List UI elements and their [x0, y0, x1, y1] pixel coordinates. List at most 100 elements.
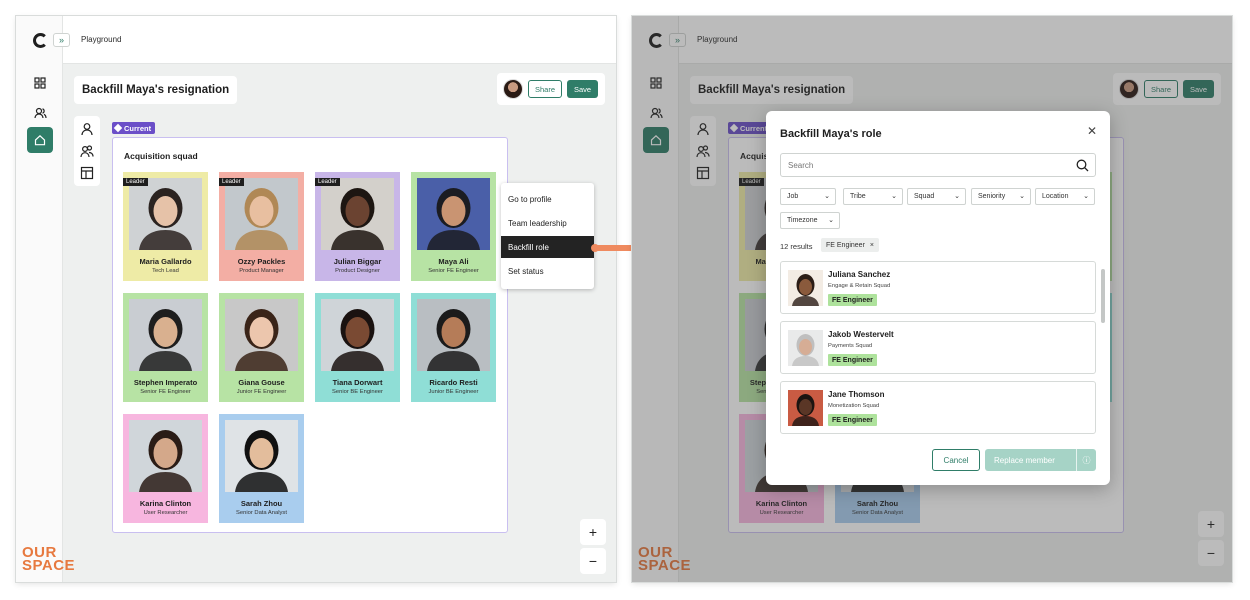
results-count: 12 results: [780, 242, 813, 251]
save-button[interactable]: Save: [567, 80, 598, 98]
filter-dropdown[interactable]: Location ⌄: [1035, 188, 1095, 205]
context-menu-item[interactable]: Go to profile: [501, 188, 594, 210]
share-button[interactable]: Share: [528, 80, 562, 98]
member-photo-frame: [417, 299, 490, 371]
top-bar: » Playground: [53, 16, 616, 64]
member-name: Karina Clinton: [139, 499, 192, 508]
context-menu-item[interactable]: Backfill role: [501, 236, 594, 258]
grid-icon[interactable]: [26, 69, 54, 97]
member-card[interactable]: Sarah Zhou Senior Data Analyst: [219, 414, 304, 523]
member-role: Senior FE Engineer: [428, 268, 479, 274]
zoom-in-button[interactable]: +: [580, 519, 606, 545]
scenario-actions: Share Save: [497, 73, 605, 105]
member-card[interactable]: Leader Maria Gallardo Tech Lead: [123, 172, 208, 281]
member-photo: [225, 420, 298, 492]
filter-dropdown[interactable]: Timezone ⌄: [780, 212, 840, 229]
member-card[interactable]: Leader Ozzy Packles Product Manager: [219, 172, 304, 281]
filter-label: Job: [787, 193, 799, 200]
candidate-row[interactable]: Jakob Westervelt Payments Squad FE Enginee…: [780, 321, 1096, 374]
chevron-down-icon: ⌄: [954, 193, 960, 200]
squad-panel: Acquisition squad Leader Maria Gallardo Te…: [112, 137, 508, 533]
candidate-name: Jane Thomson: [828, 390, 885, 399]
squad-title: Acquisition squad: [124, 151, 198, 161]
sidebar: OUR SPACE: [16, 16, 75, 582]
member-photo-frame: [321, 178, 394, 250]
search-icon[interactable]: [1076, 159, 1089, 172]
context-menu-item[interactable]: Team leadership: [501, 212, 594, 234]
breadcrumb[interactable]: Playground: [81, 35, 121, 44]
member-role: Junior FE Engineer: [236, 389, 287, 395]
screen-before: OUR SPACE » Playground Backfill Maya's r…: [16, 16, 616, 582]
member-name: Maria Gallardo: [139, 257, 192, 266]
chevron-down-icon: ⌄: [891, 193, 897, 200]
cancel-button[interactable]: Cancel: [932, 449, 980, 471]
people-icon[interactable]: [26, 99, 54, 127]
member-photo-frame: [321, 299, 394, 371]
member-card[interactable]: Karina Clinton User Researcher: [123, 414, 208, 523]
brand-line-2: SPACE: [22, 557, 76, 574]
member-card[interactable]: Giana Gouse Junior FE Engineer: [219, 293, 304, 402]
active-filter-label: FE Engineer: [826, 241, 865, 249]
filter-label: Tribe: [850, 193, 866, 200]
member-photo-frame: [225, 420, 298, 492]
candidate-row[interactable]: Juliana Sanchez Engage & Retain Squad FE E…: [780, 261, 1096, 314]
member-card[interactable]: Maya Ali Senior FE Engineer: [411, 172, 496, 281]
active-filter-chip: FE Engineer ×: [821, 238, 880, 252]
context-menu-item[interactable]: Set status: [501, 260, 594, 282]
layout-icon[interactable]: [80, 166, 94, 180]
avatar[interactable]: [503, 79, 523, 99]
leader-badge: Leader: [219, 178, 244, 186]
view-toolbar: [74, 116, 100, 186]
home-icon[interactable]: [27, 127, 53, 153]
member-name: Stephen Imperato: [133, 378, 198, 387]
filter-dropdown[interactable]: Squad ⌄: [907, 188, 966, 205]
member-photo: [321, 178, 394, 250]
replace-member-label: Replace member: [994, 455, 1055, 465]
chevron-down-icon: ⌄: [1083, 193, 1089, 200]
filter-dropdown[interactable]: Tribe ⌄: [843, 188, 903, 205]
candidate-name: Jakob Westervelt: [828, 330, 894, 339]
member-name: Ricardo Resti: [429, 378, 478, 387]
member-photo-frame: [129, 420, 202, 492]
diamond-icon: [113, 123, 123, 133]
member-photo-frame: [225, 178, 298, 250]
screen-after: OUR SPACE » Playground Backfill Maya's r…: [632, 16, 1232, 582]
member-photo: [129, 299, 202, 371]
group-icon[interactable]: [80, 144, 94, 158]
member-role: Senior Data Analyst: [236, 510, 287, 516]
member-card[interactable]: Tiana Dorwart Senior BE Engineer: [315, 293, 400, 402]
remove-filter-icon[interactable]: ×: [870, 242, 874, 249]
expand-sidebar-button[interactable]: »: [53, 33, 70, 47]
filter-dropdown[interactable]: Job ⌄: [780, 188, 836, 205]
close-icon[interactable]: ✕: [1087, 124, 1097, 138]
list-scrollbar[interactable]: [1101, 269, 1105, 323]
member-photo: [417, 178, 490, 250]
member-card[interactable]: Ricardo Resti Junior BE Engineer: [411, 293, 496, 402]
app-logo[interactable]: [33, 33, 48, 48]
chevron-right-icon: »: [58, 35, 64, 45]
leader-badge: Leader: [315, 178, 340, 186]
member-photo: [321, 299, 394, 371]
zoom-out-button[interactable]: −: [580, 548, 606, 574]
candidate-squad: Payments Squad: [828, 343, 873, 349]
replace-member-button[interactable]: Replace member ⓘ: [985, 449, 1096, 471]
filter-dropdown[interactable]: Seniority ⌄: [971, 188, 1031, 205]
candidate-role-tag: FE Engineer: [828, 354, 877, 366]
member-card[interactable]: Leader Julian Biggar Product Designer: [315, 172, 400, 281]
chevron-down-icon: ⌄: [824, 193, 830, 200]
member-card[interactable]: Stephen Imperato Senior FE Engineer: [123, 293, 208, 402]
filter-label: Squad: [914, 193, 935, 200]
person-icon[interactable]: [80, 122, 94, 136]
member-photo-frame: [129, 178, 202, 250]
info-icon[interactable]: ⓘ: [1076, 449, 1096, 471]
member-role: Senior FE Engineer: [140, 389, 191, 395]
filter-label: Seniority: [978, 193, 1006, 200]
member-role: Product Manager: [239, 268, 284, 274]
member-photo: [129, 420, 202, 492]
search-input[interactable]: [780, 153, 1096, 177]
scenario-title[interactable]: Backfill Maya's resignation: [74, 76, 238, 104]
member-photo: [225, 178, 298, 250]
member-name: Maya Ali: [438, 257, 469, 266]
member-photo-frame: [129, 299, 202, 371]
candidate-row[interactable]: Jane Thomson Monetization Squad FE Enginee…: [780, 381, 1096, 434]
